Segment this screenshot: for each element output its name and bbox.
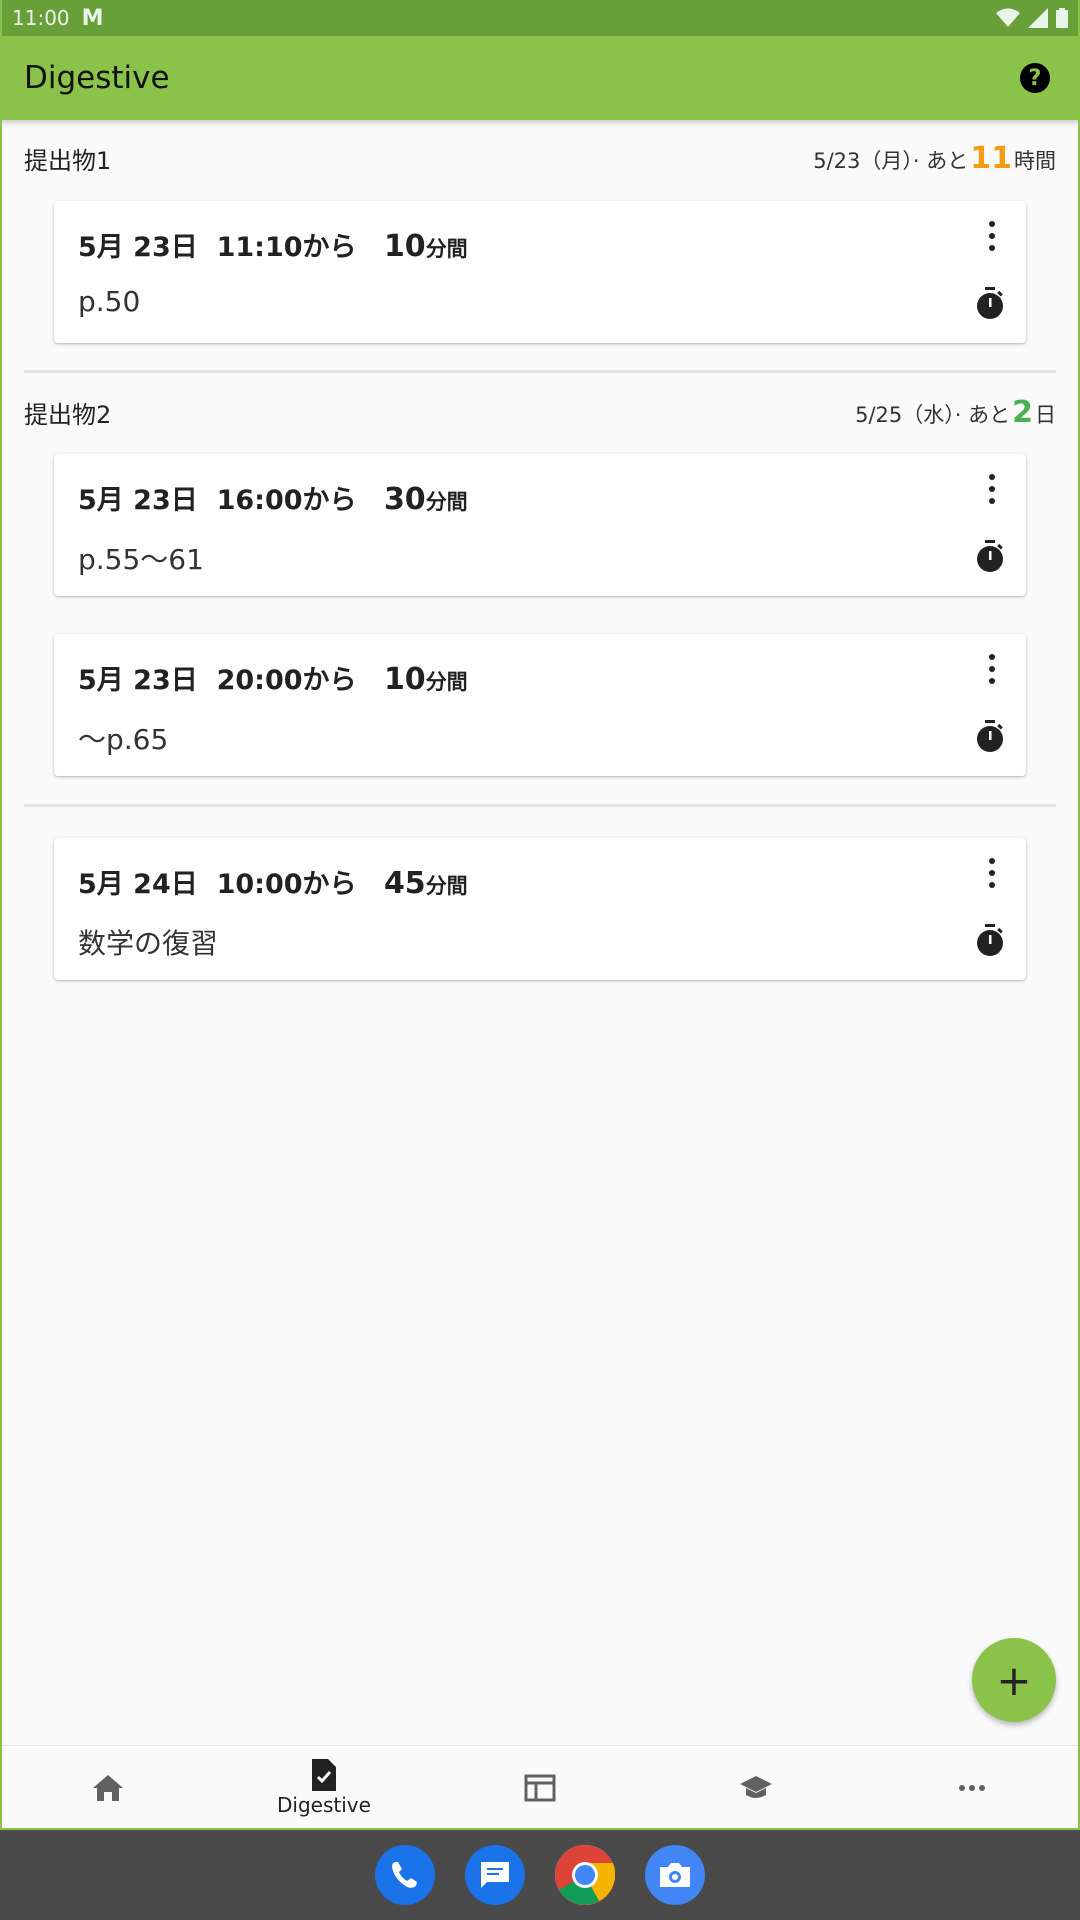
wifi-icon xyxy=(996,8,1020,27)
task-card[interactable]: 5月 23日 16:00から 30分間 p.55〜61 xyxy=(54,454,1026,596)
group-due: 5/25（水）· あと 2 日 xyxy=(855,395,1056,430)
signal-icon xyxy=(1028,8,1048,28)
phone-icon xyxy=(392,1862,417,1888)
task-duration: 30 xyxy=(383,482,426,517)
app-bar: Digestive ? xyxy=(0,36,1080,120)
timer-icon[interactable] xyxy=(974,720,1006,754)
timetable-icon xyxy=(524,1774,556,1802)
divider xyxy=(24,370,1056,373)
group-name: 提出物1 xyxy=(24,146,112,175)
remaining-value: 11 xyxy=(970,140,1012,176)
group-header: 提出物1 5/23（月）· あと 11 時間 xyxy=(24,128,1056,188)
task-card[interactable]: 5月 23日 11:10から 10分間 p.50 xyxy=(54,201,1026,343)
chrome-app[interactable] xyxy=(555,1845,615,1905)
timer-icon[interactable] xyxy=(974,540,1006,574)
status-icons xyxy=(996,8,1068,28)
more-vert-icon[interactable] xyxy=(986,858,998,888)
task-duration: 45 xyxy=(383,866,426,901)
task-schedule: 5月 23日 20:00から 10分間 xyxy=(78,658,468,697)
add-icon: + xyxy=(996,1655,1032,1705)
task-schedule: 5月 24日 10:00から 45分間 xyxy=(78,862,468,901)
group-due: 5/23（月）· あと 11 時間 xyxy=(813,141,1056,176)
group-header: 提出物2 5/25（水）· あと 2 日 xyxy=(24,382,1056,442)
more-vert-icon[interactable] xyxy=(986,474,998,504)
remaining-value: 2 xyxy=(1012,394,1033,430)
phone-app[interactable] xyxy=(375,1845,435,1905)
due-date: 5/25（水）· あと xyxy=(855,402,1011,427)
remaining-unit: 日 xyxy=(1035,402,1056,427)
nav-item-digestive[interactable]: Digestive xyxy=(216,1746,432,1830)
battery-icon xyxy=(1056,8,1068,28)
task-date: 5月 23日 xyxy=(78,665,198,696)
more-vert-icon[interactable] xyxy=(986,221,998,251)
more-horizontal-icon xyxy=(959,1785,985,1791)
task-schedule: 5月 23日 11:10から 10分間 xyxy=(78,225,468,264)
timer-icon[interactable] xyxy=(974,287,1006,321)
task-duration: 10 xyxy=(383,229,426,264)
task-duration-unit: 分間 xyxy=(425,670,468,694)
nav-item-more[interactable] xyxy=(864,1746,1080,1830)
home-icon xyxy=(93,1775,123,1801)
task-time: 10:00から xyxy=(216,869,357,900)
task-date: 5月 23日 xyxy=(78,232,198,263)
gmail-notification-icon: M xyxy=(81,5,104,31)
school-icon xyxy=(740,1776,772,1798)
status-time: 11:00 xyxy=(12,6,70,30)
task-card[interactable]: 5月 24日 10:00から 45分間 数学の復習 xyxy=(54,838,1026,980)
camera-app[interactable] xyxy=(645,1845,705,1905)
task-note: p.55〜61 xyxy=(78,543,204,576)
task-note: 〜p.65 xyxy=(78,723,169,756)
chrome-icon xyxy=(555,1845,615,1905)
task-duration-unit: 分間 xyxy=(425,237,468,261)
add-task-button[interactable]: + xyxy=(972,1638,1056,1722)
remaining-unit: 時間 xyxy=(1014,148,1056,173)
messages-app[interactable] xyxy=(465,1845,525,1905)
bottom-navigation: Digestive xyxy=(0,1745,1080,1830)
assignment-check-icon xyxy=(312,1759,336,1791)
divider xyxy=(24,804,1056,807)
task-time: 20:00から xyxy=(216,665,357,696)
timer-icon[interactable] xyxy=(974,924,1006,958)
nav-item-home[interactable] xyxy=(0,1746,216,1830)
nav-item-timetable[interactable] xyxy=(432,1746,648,1830)
due-date: 5/23（月）· あと xyxy=(813,148,969,173)
task-date: 5月 24日 xyxy=(78,869,198,900)
task-time: 11:10から xyxy=(216,232,357,263)
more-vert-icon[interactable] xyxy=(986,654,998,684)
nav-label: Digestive xyxy=(277,1793,371,1817)
status-bar: 11:00 M xyxy=(0,0,1080,36)
system-dock xyxy=(0,1830,1080,1920)
task-duration: 10 xyxy=(383,662,426,697)
task-note: p.50 xyxy=(78,285,141,318)
nav-item-school[interactable] xyxy=(648,1746,864,1830)
task-date: 5月 23日 xyxy=(78,485,198,516)
task-note: 数学の復習 xyxy=(78,927,219,960)
task-card[interactable]: 5月 23日 20:00から 10分間 〜p.65 xyxy=(54,634,1026,776)
group-name: 提出物2 xyxy=(24,400,112,429)
task-time: 16:00から xyxy=(216,485,357,516)
camera-icon xyxy=(660,1863,690,1887)
task-schedule: 5月 23日 16:00から 30分間 xyxy=(78,478,468,517)
help-icon: ? xyxy=(1028,65,1042,91)
help-button[interactable]: ? xyxy=(1020,63,1050,93)
task-duration-unit: 分間 xyxy=(425,874,468,898)
messages-icon xyxy=(481,1862,509,1888)
page-title: Digestive xyxy=(24,60,170,96)
task-duration-unit: 分間 xyxy=(425,490,468,514)
